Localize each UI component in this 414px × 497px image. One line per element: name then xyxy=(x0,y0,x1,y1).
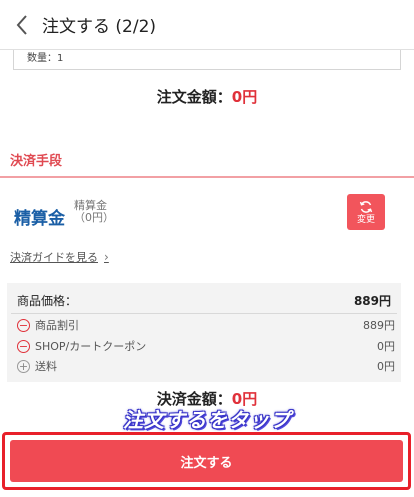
shipping-label: 送料 xyxy=(35,360,57,373)
change-payment-button[interactable]: 変更 xyxy=(347,194,385,230)
order-total-value: 0円 xyxy=(231,88,258,106)
page-title: 注文する (2/2) xyxy=(42,17,157,37)
place-order-button[interactable]: 注文する xyxy=(10,440,403,482)
minus-circle-icon: − xyxy=(17,339,30,353)
discount-value: 889円 xyxy=(363,319,395,332)
chevron-left-icon xyxy=(16,14,27,35)
payment-method: 精算金 精算金 （0円） xyxy=(14,200,114,230)
payment-section-title: 決済手段 xyxy=(0,150,414,178)
tap-annotation: 注文するをタップ xyxy=(123,408,291,432)
payment-method-balance: 精算金 （0円） xyxy=(74,200,114,224)
payment-method-sub-amount: （0円） xyxy=(74,211,114,224)
item-quantity: 数量：1 xyxy=(13,50,401,70)
discount-row: − 商品割引 889円 xyxy=(17,317,395,333)
payment-method-name: 精算金 xyxy=(14,209,65,229)
order-total: 注文金額：0円 xyxy=(0,86,414,107)
divider xyxy=(11,313,397,314)
coupon-label: SHOP/カートクーポン xyxy=(35,340,147,353)
product-price-value: 889円 xyxy=(353,294,391,308)
coupon-value: 0円 xyxy=(377,340,395,353)
back-button[interactable] xyxy=(2,0,42,50)
chevron-right-icon: › xyxy=(104,250,109,264)
shipping-value: 0円 xyxy=(377,360,395,373)
plus-circle-icon: + xyxy=(17,359,30,373)
refresh-icon xyxy=(359,200,373,213)
product-price-row: 商品価格： 889円 xyxy=(17,292,391,310)
header-bar: 注文する (2/2) xyxy=(0,0,414,50)
shipping-row: + 送料 0円 xyxy=(17,358,395,374)
price-breakdown: 商品価格： 889円 − 商品割引 889円 − SHOP/カートクーポン 0円… xyxy=(7,283,401,382)
product-price-label: 商品価格： xyxy=(17,294,78,308)
discount-label: 商品割引 xyxy=(35,319,79,332)
minus-circle-icon: − xyxy=(17,318,30,332)
coupon-row: − SHOP/カートクーポン 0円 xyxy=(17,338,395,354)
change-label: 変更 xyxy=(356,214,375,225)
order-total-label: 注文金額： xyxy=(156,88,232,106)
payment-guide-label: 決済ガイドを見る xyxy=(10,251,98,264)
payment-guide-link[interactable]: 決済ガイドを見る › xyxy=(10,249,109,265)
